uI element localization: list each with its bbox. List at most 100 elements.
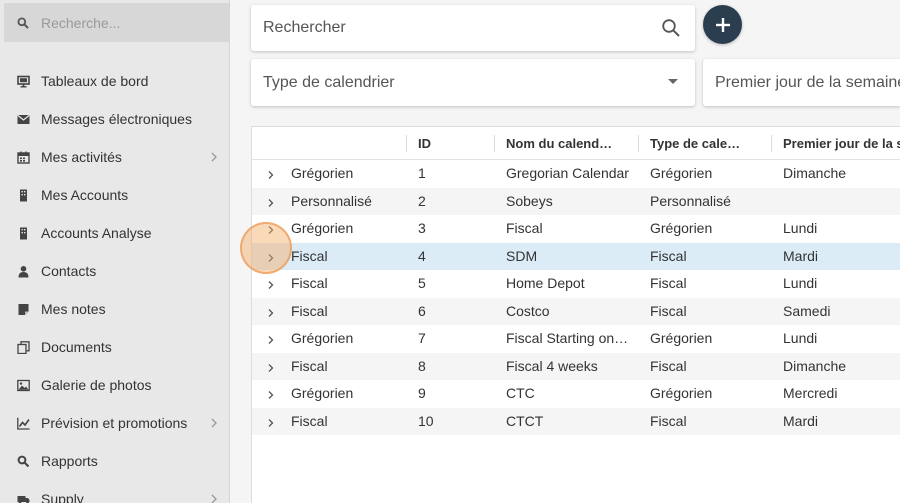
- table-row[interactable]: Grégorien 3 Fiscal Grégorien Lundi: [252, 215, 900, 243]
- cell-id: 5: [418, 275, 426, 291]
- add-calendar-button[interactable]: [703, 5, 742, 44]
- header-first-day[interactable]: Premier jour de la se: [783, 127, 900, 160]
- sidebar-item-rapports[interactable]: Rapports: [0, 442, 229, 480]
- cell-first-day: Dimanche: [783, 165, 847, 181]
- calendar-type-filter[interactable]: Type de calendrier: [251, 59, 695, 106]
- header-group[interactable]: [252, 127, 402, 160]
- cell-type: Personnalisé: [650, 192, 731, 209]
- cell-type: Fiscal: [650, 357, 687, 374]
- cell-id: 9: [418, 385, 426, 401]
- calendar-search[interactable]: [251, 5, 695, 51]
- header-separator[interactable]: [406, 135, 407, 152]
- cell-group: Grégorien: [291, 385, 354, 401]
- grid-body: Grégorien 1 Gregorian Calendar Grégorien Dim…: [252, 160, 900, 435]
- cell-group: Fiscal: [291, 357, 328, 374]
- cell-id: 2: [418, 192, 426, 209]
- cell-id: 4: [418, 247, 426, 264]
- table-row[interactable]: Fiscal 8 Fiscal 4 weeks Fiscal Dimanche: [252, 352, 900, 380]
- chevron-right-icon[interactable]: [265, 223, 277, 235]
- chevron-right-icon: [209, 492, 219, 503]
- sidebar-item-tableaux-de-bord[interactable]: Tableaux de bord: [0, 62, 229, 100]
- cell-type: Grégorien: [650, 220, 713, 236]
- sidebar-search[interactable]: [4, 3, 229, 42]
- cell-type: Grégorien: [650, 385, 713, 401]
- cell-name: Home Depot: [506, 275, 585, 291]
- table-row[interactable]: Personnalisé 2 Sobeys Personnalisé: [252, 187, 900, 215]
- sidebar-item-prevision-et-promotions[interactable]: Prévision et promotions: [0, 404, 229, 442]
- sidebar-item-mes-activites[interactable]: Mes activités: [0, 138, 229, 176]
- envelope-icon: [16, 112, 30, 126]
- sidebar-item-accounts-analyse[interactable]: Accounts Analyse: [0, 214, 229, 252]
- cell-first-day: Mardi: [783, 247, 819, 264]
- chevron-right-icon[interactable]: [265, 278, 277, 290]
- table-row[interactable]: Grégorien 9 CTC Grégorien Mercredi: [252, 380, 900, 408]
- header-separator[interactable]: [494, 135, 495, 152]
- sidebar-item-contacts[interactable]: Contacts: [0, 252, 229, 290]
- cell-first-day: Dimanche: [783, 357, 847, 374]
- cell-group: Personnalisé: [291, 192, 372, 209]
- sidebar-item-label: Prévision et promotions: [41, 415, 188, 431]
- header-id[interactable]: ID: [418, 127, 488, 160]
- cell-group: Fiscal: [291, 275, 328, 291]
- chevron-right-icon[interactable]: [265, 306, 277, 318]
- table-row[interactable]: Grégorien 1 Gregorian Calendar Grégorien Dim…: [252, 160, 900, 188]
- chevron-right-icon[interactable]: [265, 251, 277, 263]
- dropdown-caret-icon: [668, 79, 678, 84]
- cell-group: Fiscal: [291, 302, 328, 319]
- sidebar-item-mes-accounts[interactable]: Mes Accounts: [0, 176, 229, 214]
- header-calendar-name[interactable]: Nom du calend…: [506, 127, 634, 160]
- building-icon: [16, 226, 30, 240]
- cell-name: Gregorian Calendar: [506, 165, 629, 181]
- header-calendar-type[interactable]: Type de cale…: [650, 127, 770, 160]
- table-row[interactable]: Grégorien 7 Fiscal Starting on … Grégorien L…: [252, 325, 900, 353]
- calendar-icon: [16, 150, 30, 164]
- chevron-right-icon[interactable]: [265, 361, 277, 373]
- image-icon: [16, 378, 30, 392]
- table-row[interactable]: Fiscal 5 Home Depot Fiscal Lundi: [252, 270, 900, 298]
- sidebar-search-input[interactable]: [41, 14, 211, 31]
- cell-type: Fiscal: [650, 247, 687, 264]
- sidebar-item-galerie-de-photos[interactable]: Galerie de photos: [0, 366, 229, 404]
- header-separator[interactable]: [638, 135, 639, 152]
- user-icon: [16, 264, 30, 278]
- cell-id: 10: [418, 412, 434, 429]
- cell-type: Fiscal: [650, 275, 687, 291]
- cell-type: Fiscal: [650, 302, 687, 319]
- first-day-filter[interactable]: Premier jour de la semaine: [703, 59, 900, 106]
- main-content: Type de calendrier Premier jour de la se…: [230, 0, 900, 503]
- documents-icon: [16, 340, 30, 354]
- sidebar-item-label: Supply: [41, 491, 84, 503]
- cell-first-day: Lundi: [783, 220, 818, 236]
- calendar-search-input[interactable]: [263, 19, 643, 37]
- chevron-right-icon[interactable]: [265, 333, 277, 345]
- sidebar-item-label: Accounts Analyse: [41, 225, 152, 241]
- chevron-right-icon[interactable]: [265, 168, 277, 180]
- cell-type: Grégorien: [650, 165, 713, 181]
- search-report-icon: [16, 454, 30, 468]
- chevron-right-icon[interactable]: [265, 196, 277, 208]
- sidebar-item-documents[interactable]: Documents: [0, 328, 229, 366]
- chevron-right-icon[interactable]: [265, 416, 277, 428]
- cell-type: Grégorien: [650, 330, 713, 346]
- sidebar-item-label: Mes Accounts: [41, 187, 129, 203]
- cell-type: Fiscal: [650, 412, 687, 429]
- table-row[interactable]: Fiscal 4 SDM Fiscal Mardi: [252, 242, 900, 270]
- cell-name: SDM: [506, 247, 538, 264]
- cell-name: CTCT: [506, 412, 544, 429]
- grid-header: ID Nom du calend… Type de cale… Premier …: [252, 127, 900, 160]
- truck-icon: [16, 492, 30, 503]
- cell-id: 6: [418, 302, 426, 319]
- cell-first-day: Lundi: [783, 275, 818, 291]
- header-separator[interactable]: [771, 135, 772, 152]
- cell-name: Costco: [506, 302, 550, 319]
- sidebar-item-supply[interactable]: Supply: [0, 480, 229, 503]
- cell-first-day: Mardi: [783, 412, 819, 429]
- note-icon: [16, 302, 30, 316]
- chevron-right-icon[interactable]: [265, 388, 277, 400]
- search-icon[interactable]: [661, 18, 681, 38]
- table-row[interactable]: Fiscal 6 Costco Fiscal Samedi: [252, 297, 900, 325]
- sidebar-item-mes-notes[interactable]: Mes notes: [0, 290, 229, 328]
- sidebar-item-messages-electroniques[interactable]: Messages électroniques: [0, 100, 229, 138]
- table-row[interactable]: Fiscal 10 CTCT Fiscal Mardi: [252, 407, 900, 435]
- monitor-icon: [16, 74, 30, 88]
